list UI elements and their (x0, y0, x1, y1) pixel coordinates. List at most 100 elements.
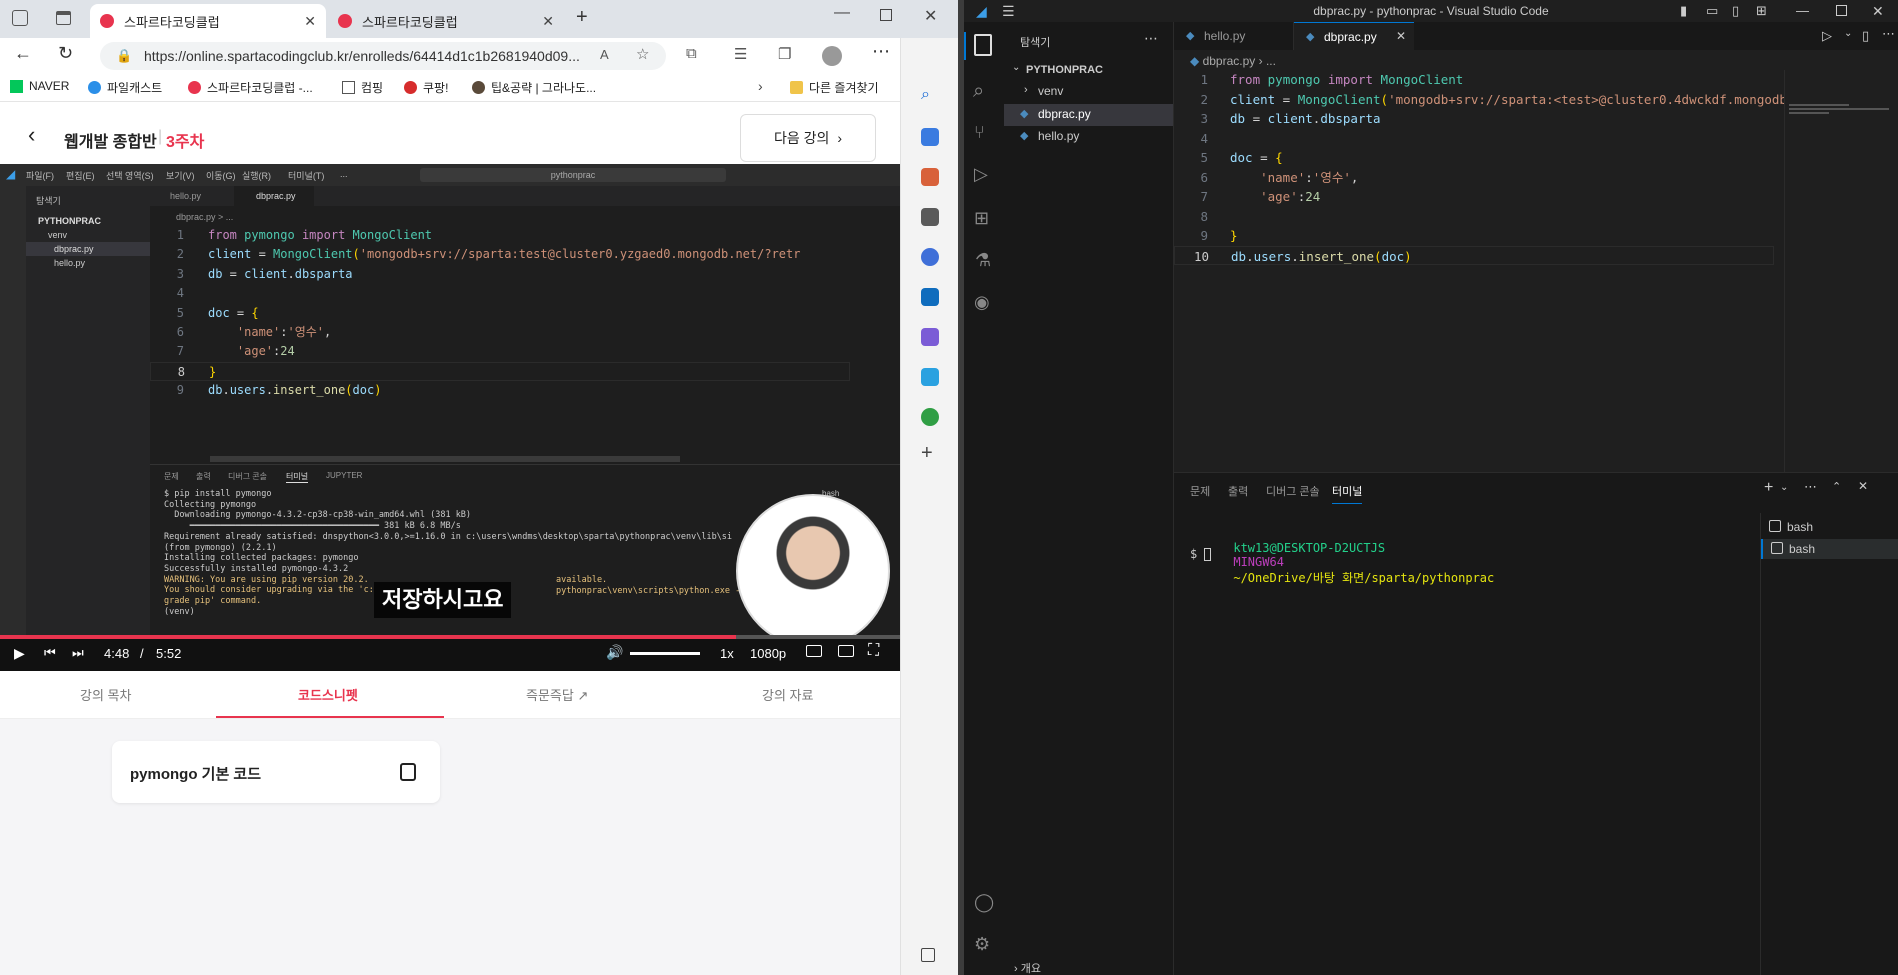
read-aloud-icon[interactable]: A (600, 47, 609, 62)
tab-hello-py[interactable]: ◆ hello.py (1174, 22, 1294, 50)
next-lesson-button[interactable]: 다음 강의 › (740, 114, 876, 162)
maximize-icon[interactable] (880, 9, 892, 21)
search-icon[interactable]: ⌕ (921, 86, 930, 104)
bookmark-naver[interactable]: NAVER (10, 79, 69, 93)
collections-icon[interactable]: ❐ (778, 45, 791, 63)
toggle-sidebar-icon[interactable]: ▮ (1680, 0, 1687, 22)
tab-lesson-list[interactable]: 강의 목차 (80, 685, 131, 704)
toggle-secondary-sidebar-icon[interactable]: ▯ (1732, 0, 1739, 22)
file-dbprac[interactable]: dbprac.py (1038, 107, 1091, 121)
next-icon[interactable]: ⏭ (72, 645, 84, 661)
picture-in-picture-icon[interactable] (838, 645, 854, 657)
microsoft365-icon[interactable] (921, 248, 939, 266)
search-icon[interactable]: ⌕ (973, 80, 984, 103)
browser-tab-2[interactable]: 스파르타코딩클럽 ✕ (328, 4, 564, 38)
account-icon[interactable]: ◯ (974, 892, 994, 913)
run-dropdown-icon[interactable]: ⌄ (1844, 28, 1852, 39)
bookmark-coupang[interactable]: 쿠팡! (404, 79, 448, 96)
project-name[interactable]: PYTHONPRAC (1026, 64, 1103, 76)
tools-icon[interactable] (921, 168, 939, 186)
breadcrumb[interactable]: ◆ dbprac.py › ... (1190, 54, 1276, 68)
tab-dbprac-py[interactable]: ◆ dbprac.py ✕ (1294, 22, 1414, 50)
close-tab-icon[interactable]: ✕ (542, 13, 554, 30)
explorer-icon[interactable] (974, 34, 992, 56)
copy-icon[interactable] (400, 763, 416, 781)
hamburger-menu-icon[interactable]: ☰ (1002, 0, 1015, 22)
code-editor[interactable]: 1 from pymongo import MongoClient 2 client … (1174, 70, 1794, 270)
explorer-more-icon[interactable]: ⋯ (1144, 30, 1158, 47)
workspaces-icon[interactable] (12, 10, 28, 26)
play-icon[interactable]: ▶ (14, 645, 25, 662)
split-editor-icon[interactable]: ▯ (1862, 28, 1869, 44)
editor-more-icon[interactable]: ⋯ (1882, 26, 1895, 42)
panel-tab-output[interactable]: 출력 (1228, 483, 1248, 499)
new-tab-icon[interactable]: + (576, 6, 588, 29)
video-progress-track[interactable] (0, 635, 900, 639)
maximize-panel-icon[interactable]: ⌃ (1832, 480, 1841, 493)
customize-layout-icon[interactable]: ⊞ (1756, 0, 1767, 22)
close-window-icon[interactable]: ✕ (1872, 0, 1884, 22)
bookmark-filecast[interactable]: 파일캐스트 (88, 79, 162, 96)
tree-icon[interactable] (921, 408, 939, 426)
favorites-icon[interactable]: ☰ (734, 45, 747, 63)
shopping-icon[interactable] (921, 128, 939, 146)
panel-tab-debug-console[interactable]: 디버그 콘솔 (1266, 483, 1320, 499)
browser-tab-1[interactable]: 스파르타코딩클럽 ✕ (90, 4, 326, 38)
volume-icon[interactable]: 🔊 (606, 644, 623, 661)
back-chevron-icon[interactable]: ‹ (28, 122, 35, 148)
terminal-item-2[interactable]: bash (1761, 539, 1898, 559)
run-debug-icon[interactable]: ▷ (974, 164, 988, 185)
back-icon[interactable]: ← (14, 43, 32, 64)
chevron-right-icon[interactable]: › (758, 78, 763, 94)
file-venv[interactable]: venv (1038, 84, 1063, 98)
testing-icon[interactable]: ⚗ (975, 250, 991, 271)
edge-devtools-icon[interactable]: ◉ (974, 292, 990, 313)
volume-slider[interactable] (630, 652, 700, 655)
games-icon[interactable] (921, 208, 939, 226)
close-tab-icon[interactable]: ✕ (304, 13, 316, 30)
tab-instant-qa[interactable]: 즉문즉답 ↗ (526, 685, 588, 704)
maximize-icon[interactable] (1836, 5, 1847, 16)
extensions-icon[interactable]: ⊞ (974, 208, 989, 229)
previous-icon[interactable]: ⏮ (44, 645, 56, 661)
bookmark-spartacoding[interactable]: 스파르타코딩클럽 -... (188, 79, 313, 96)
tab-code-snippet[interactable]: 코드스니펫 (298, 685, 358, 704)
close-tab-icon[interactable]: ✕ (1396, 29, 1406, 43)
close-window-icon[interactable]: ✕ (924, 6, 937, 26)
panel-more-icon[interactable]: ⋯ (1804, 479, 1817, 495)
other-favorites[interactable]: 다른 즐겨찾기 (790, 79, 879, 96)
add-sidebar-app-icon[interactable]: + (921, 442, 933, 465)
minimize-icon[interactable]: — (834, 4, 850, 22)
new-terminal-icon[interactable]: + (1764, 479, 1773, 497)
minimap[interactable] (1784, 70, 1898, 472)
playback-speed[interactable]: 1x (720, 646, 734, 661)
terminal-item-1[interactable]: bash (1761, 517, 1898, 537)
file-hello[interactable]: hello.py (1038, 129, 1079, 143)
outline-section[interactable]: › 개요 (1014, 960, 1041, 975)
send-icon[interactable] (921, 368, 939, 386)
fullscreen-icon[interactable]: ⛶ (868, 642, 879, 660)
source-control-icon[interactable]: ⑂ (974, 122, 985, 143)
url-input[interactable]: 🔒 https://online.spartacodingclub.kr/enr… (100, 42, 666, 70)
tab-lesson-materials[interactable]: 강의 자료 (762, 685, 813, 704)
run-python-icon[interactable]: ▷ (1822, 28, 1832, 44)
panel-tab-problems[interactable]: 문제 (1190, 483, 1210, 499)
captions-icon[interactable] (806, 645, 822, 657)
more-menu-icon[interactable]: ⋯ (872, 41, 890, 62)
toggle-panel-icon[interactable]: ▭ (1706, 0, 1718, 22)
video-quality[interactable]: 1080p (750, 646, 786, 661)
extensions-icon[interactable]: ⧉ (686, 45, 697, 62)
bookmark-granado[interactable]: 팁&공략 | 그라나도... (472, 79, 596, 96)
favorite-star-icon[interactable]: ☆ (636, 45, 649, 63)
snippet-card[interactable]: pymongo 기본 코드 (112, 741, 440, 803)
bookmark-camping[interactable]: 컴핑 (342, 79, 383, 96)
outlook-icon[interactable] (921, 288, 939, 306)
refresh-icon[interactable]: ↻ (58, 43, 73, 64)
tab-actions-icon[interactable] (56, 11, 71, 25)
settings-gear-icon[interactable]: ⚙ (974, 934, 990, 955)
close-panel-icon[interactable]: ✕ (1858, 479, 1868, 493)
lesson-video[interactable]: ◢ 파일(F) 편집(E) 선택 영역(S) 보기(V) 이동(G) 실행(R)… (0, 164, 900, 671)
panel-tab-terminal[interactable]: 터미널 (1332, 483, 1363, 504)
profile-avatar[interactable] (822, 46, 842, 66)
designer-icon[interactable] (921, 328, 939, 346)
